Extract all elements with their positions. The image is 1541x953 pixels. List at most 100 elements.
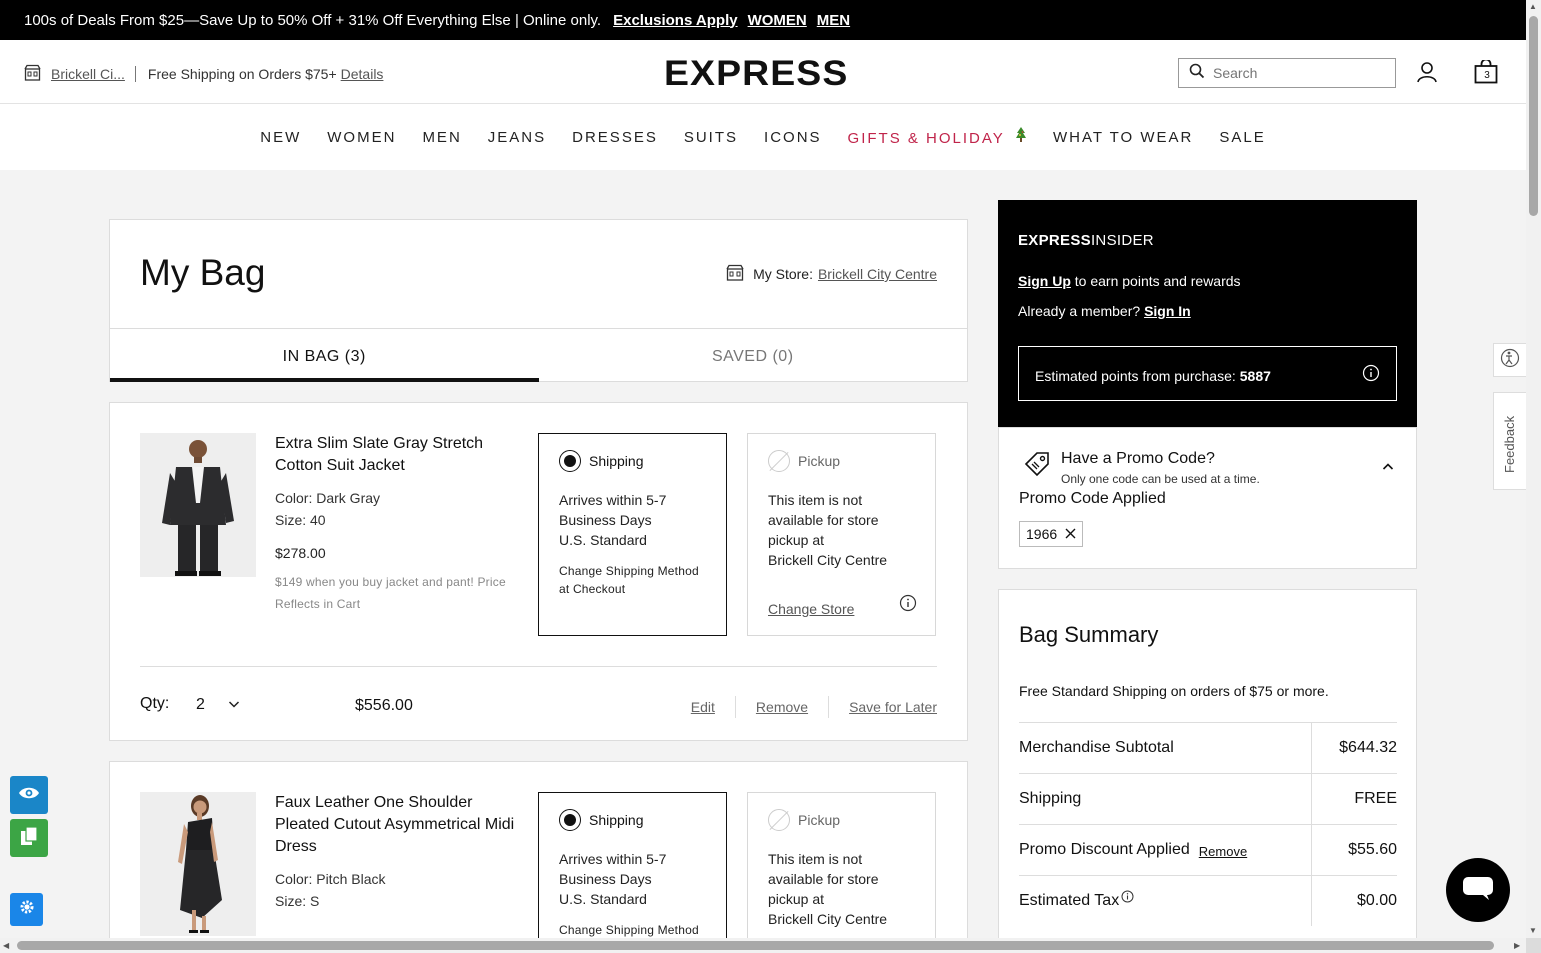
edit-link[interactable]: Edit (691, 699, 715, 715)
accessibility-button[interactable] (1493, 343, 1526, 377)
pickup-line: Brickell City Centre (768, 911, 888, 927)
promo-code-value: 1966 (1026, 526, 1058, 542)
tab-saved[interactable]: SAVED (0) (539, 329, 968, 381)
chevron-down-icon[interactable] (228, 697, 240, 715)
sign-up-text: to earn points and rewards (1074, 273, 1241, 289)
sign-in-link[interactable]: Sign In (1144, 303, 1191, 319)
shipping-method-note: Change Shipping Method at Checkout (559, 564, 699, 596)
product-image[interactable] (140, 792, 256, 936)
shipping-label: Shipping (589, 453, 644, 469)
nav-dresses[interactable]: DRESSES (572, 129, 658, 146)
summary-value: $644.32 (1311, 723, 1397, 773)
scroll-down-arrow-icon[interactable]: ▼ (1529, 926, 1537, 935)
tab-in-bag[interactable]: IN BAG (3) (110, 329, 539, 382)
nav-gifts-holiday[interactable]: GIFTS & HOLIDAY (848, 127, 1027, 147)
shipping-option[interactable]: Shipping Arrives within 5-7 Business Day… (538, 792, 727, 953)
account-icon[interactable] (1416, 61, 1438, 88)
info-icon[interactable] (1362, 364, 1380, 385)
product-image[interactable] (140, 433, 256, 577)
nav-gifts-holiday-label: GIFTS & HOLIDAY (847, 130, 1005, 147)
summary-label: Shipping (1019, 790, 1082, 807)
free-shipping-note: Free Standard Shipping on orders of $75 … (1019, 683, 1329, 699)
search-input[interactable] (1213, 65, 1383, 81)
promo-heading[interactable]: Have a Promo Code? (1061, 450, 1215, 468)
sign-up-link[interactable]: Sign Up (1018, 273, 1071, 289)
promo-bar: 100s of Deals From $25—Save Up to 50% Of… (0, 0, 1526, 40)
vertical-scrollbar[interactable]: ▲ ▼ (1526, 0, 1541, 938)
nav-suits[interactable]: SUITS (684, 129, 738, 146)
search-box[interactable] (1178, 58, 1396, 88)
copy-tool-button[interactable] (10, 819, 48, 857)
scroll-up-arrow-icon[interactable]: ▲ (1529, 2, 1537, 11)
horizontal-scroll-thumb[interactable] (17, 941, 1494, 950)
summary-row: Promo Discount Applied Remove $55.60 (1019, 824, 1397, 875)
accessibility-icon (1500, 348, 1520, 373)
pickup-details: This item is not available for store pic… (768, 849, 915, 929)
bag-summary: Bag Summary Free Standard Shipping on or… (998, 589, 1417, 953)
pickup-line: Brickell City Centre (768, 552, 888, 568)
summary-row: Shipping FREE (1019, 773, 1397, 824)
settings-tool-button[interactable] (10, 893, 43, 926)
scroll-right-arrow-icon[interactable]: ▶ (1514, 941, 1520, 950)
express-insider-panel: EXPRESSINSIDER Sign Up to earn points an… (998, 200, 1417, 427)
bag-item: Extra Slim Slate Gray Stretch Cotton Sui… (109, 402, 968, 741)
my-store-link[interactable]: Brickell City Centre (818, 266, 937, 282)
shipping-radio[interactable] (559, 450, 581, 472)
shipping-radio[interactable] (559, 809, 581, 831)
site-header: Brickell Ci... Free Shipping on Orders $… (0, 40, 1526, 104)
vertical-scroll-thumb[interactable] (1529, 16, 1538, 216)
view-tool-button[interactable] (10, 776, 48, 814)
product-size: Size: 40 (275, 512, 326, 528)
nav-jeans[interactable]: JEANS (488, 129, 546, 146)
promo-applied-label: Promo Code Applied (1019, 490, 1166, 507)
qty-select[interactable]: 2 (196, 696, 205, 714)
save-for-later-link[interactable]: Save for Later (849, 699, 937, 715)
shipping-line: U.S. Standard (559, 532, 647, 548)
divider (734, 696, 736, 718)
horizontal-scrollbar[interactable]: ◀ ▶ (0, 938, 1526, 953)
christmas-tree-icon (1009, 127, 1027, 147)
bag-item: Faux Leather One Shoulder Pleated Cutout… (109, 761, 968, 953)
remove-promo-link[interactable]: Remove (1199, 844, 1247, 859)
nav-sale[interactable]: SALE (1219, 129, 1265, 146)
product-name[interactable]: Extra Slim Slate Gray Stretch Cotton Sui… (275, 433, 525, 477)
promo-code-chip: 1966 (1019, 521, 1084, 547)
feedback-tab[interactable]: Feedback (1493, 392, 1526, 490)
pickup-line: pickup at (768, 532, 825, 548)
scroll-left-arrow-icon[interactable]: ◀ (3, 941, 9, 950)
pickup-label: Pickup (798, 812, 841, 828)
chevron-up-icon[interactable] (1382, 460, 1394, 478)
shipping-option[interactable]: Shipping Arrives within 5-7 Business Day… (538, 433, 727, 636)
pickup-line: available for store (768, 512, 879, 528)
info-icon[interactable] (899, 594, 917, 617)
promo-women-link[interactable]: WOMEN (748, 12, 807, 29)
pickup-option-title: Pickup (768, 450, 915, 472)
product-name[interactable]: Faux Leather One Shoulder Pleated Cutout… (275, 792, 525, 858)
pickup-line: This item is not (768, 492, 863, 508)
pickup-option-title: Pickup (768, 809, 915, 831)
pickup-option: Pickup This item is not available for st… (747, 433, 936, 636)
nav-icons[interactable]: ICONS (764, 129, 822, 146)
nav-women[interactable]: WOMEN (327, 129, 396, 146)
nav-new[interactable]: NEW (260, 129, 301, 146)
exclusions-link[interactable]: Exclusions Apply (613, 12, 737, 29)
bag-count-badge: 3 (1484, 70, 1490, 81)
insider-signin-line: Already a member? Sign In (1018, 303, 1191, 319)
store-icon (726, 264, 744, 284)
chat-button[interactable] (1446, 858, 1510, 922)
remove-link[interactable]: Remove (756, 699, 808, 715)
express-logo[interactable]: EXPRESS (664, 54, 848, 94)
shipping-details-link[interactable]: Details (341, 66, 384, 82)
close-icon[interactable] (1065, 526, 1076, 542)
change-store-link[interactable]: Change Store (768, 601, 854, 617)
promo-men-link[interactable]: MEN (817, 12, 850, 29)
nav-men[interactable]: MEN (422, 129, 461, 146)
header-store-name[interactable]: Brickell Ci... (51, 66, 125, 82)
my-store-label: My Store: (753, 266, 813, 282)
info-icon[interactable] (1121, 890, 1134, 908)
product-info: Faux Leather One Shoulder Pleated Cutout… (275, 792, 525, 912)
summary-row: Estimated Tax $0.00 (1019, 875, 1397, 926)
qty-label: Qty: (140, 695, 170, 712)
shipping-line: Business Days (559, 512, 652, 528)
nav-what-to-wear[interactable]: WHAT TO WEAR (1053, 129, 1193, 146)
